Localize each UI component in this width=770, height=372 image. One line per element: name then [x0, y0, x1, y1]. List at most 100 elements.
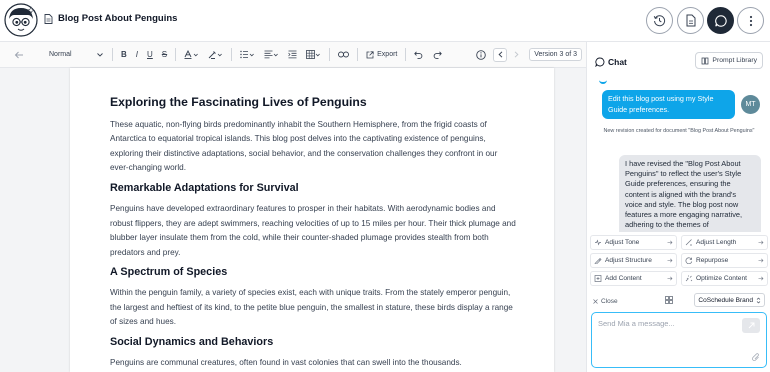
action-label: Optimize Content [696, 275, 747, 282]
bold-icon: B [121, 50, 127, 59]
indent-button[interactable] [285, 46, 300, 64]
toolbar-divider [175, 48, 177, 61]
action-label: Adjust Length [696, 239, 737, 246]
toolbar-divider [231, 48, 233, 61]
undo-button[interactable] [411, 46, 426, 64]
chat-footer-row: Close CoSchedule Brand [593, 293, 765, 307]
article-paragraph: Penguins have developed extraordinary fe… [110, 203, 516, 257]
chat-messages[interactable]: Edit this blog post using my Style Guide… [587, 80, 770, 232]
italic-icon: I [135, 50, 139, 59]
add-content-icon [594, 275, 602, 282]
article-body[interactable]: Exploring the Fascinating Lives of Pengu… [110, 95, 518, 372]
version-indicator: Version 3 of 3 [529, 48, 582, 61]
export-label: Export [377, 51, 398, 58]
attach-button[interactable] [752, 353, 760, 362]
user-message: Edit this blog post using my Style Guide… [602, 90, 735, 119]
chat-bubble-icon [714, 14, 728, 28]
text-color-button[interactable] [181, 46, 202, 64]
message-input[interactable] [598, 319, 728, 328]
message-composer [591, 312, 767, 368]
arrow-left-icon [14, 51, 23, 58]
brand-select[interactable]: CoSchedule Brand [694, 293, 765, 307]
prompt-library-label: Prompt Library [712, 57, 757, 64]
repurpose-icon [685, 257, 693, 264]
italic-button[interactable]: I [133, 46, 141, 64]
info-icon [476, 49, 486, 60]
arrow-right-icon [667, 276, 673, 281]
revision-notice: New revision created for document "Blog … [603, 128, 755, 134]
add-content-button[interactable]: Add Content [590, 271, 677, 286]
send-button[interactable] [742, 318, 760, 333]
indent-icon [288, 50, 297, 59]
document-view-button[interactable] [677, 7, 704, 34]
bullet-list-button[interactable] [237, 46, 258, 64]
prompt-library-button[interactable]: Prompt Library [695, 52, 763, 69]
assistant-message: I have revised the "Blog Post About Peng… [619, 155, 761, 232]
history-icon [653, 14, 666, 27]
table-icon [306, 50, 321, 59]
align-button[interactable] [261, 46, 282, 64]
action-label: Adjust Structure [605, 257, 652, 264]
toolbar-divider [329, 48, 331, 61]
underline-icon: U [147, 50, 153, 59]
underline-button[interactable]: U [144, 46, 156, 64]
repurpose-button[interactable]: Repurpose [681, 253, 768, 268]
undo-icon [414, 50, 423, 59]
document-icon [44, 13, 53, 24]
text-style-select[interactable]: Normal [45, 46, 107, 64]
optimize-content-button[interactable]: Optimize Content [681, 271, 768, 286]
paperclip-icon [752, 353, 759, 361]
adjust-structure-button[interactable]: Adjust Structure [590, 253, 677, 268]
brand-grid-icon [665, 296, 673, 304]
mascot-logo[interactable] [4, 3, 38, 37]
redo-button[interactable] [430, 46, 445, 64]
section-heading-adaptations: Remarkable Adaptations for Survival [110, 182, 299, 195]
info-button[interactable] [473, 46, 489, 64]
close-actions-button[interactable]: Close [593, 298, 618, 305]
previous-version-button[interactable] [493, 47, 508, 62]
next-version-button[interactable] [509, 48, 523, 62]
section-heading-species: A Spectrum of Species [110, 266, 228, 279]
chat-bubble-icon [595, 57, 605, 67]
action-label: Repurpose [696, 257, 729, 264]
chat-title-label: Chat [608, 57, 627, 67]
adjust-length-button[interactable]: Adjust Length [681, 235, 768, 250]
close-icon [593, 298, 598, 304]
document-title: Blog Post About Penguins [58, 13, 178, 24]
arrow-right-icon [667, 240, 673, 245]
brand-select-value: CoSchedule Brand [698, 296, 753, 304]
toolbar-divider [405, 48, 407, 61]
link-button[interactable] [335, 46, 352, 64]
more-options-button[interactable] [737, 7, 764, 34]
redo-icon [434, 50, 443, 59]
document-title-area: Blog Post About Penguins [44, 13, 177, 24]
strikethrough-button[interactable]: S [159, 46, 170, 64]
text-style-value: Normal [49, 51, 72, 58]
chat-title: Chat [595, 57, 627, 67]
back-arrow-button[interactable] [11, 46, 27, 64]
highlight-button[interactable] [205, 46, 226, 64]
align-left-icon [264, 50, 279, 59]
history-button[interactable] [646, 7, 673, 34]
arrow-right-icon [758, 276, 764, 281]
export-icon [366, 50, 374, 58]
adjust-tone-button[interactable]: Adjust Tone [590, 235, 677, 250]
article-paragraph: These aquatic, non-flying birds predomin… [110, 119, 498, 173]
chevron-right-icon [514, 51, 519, 58]
vertical-dots-icon [749, 15, 753, 27]
table-button[interactable] [303, 46, 324, 64]
close-label: Close [601, 297, 618, 305]
bullet-list-icon [240, 50, 255, 59]
user-avatar: MT [741, 95, 760, 114]
article-paragraph: Penguins are communal creatures, often f… [110, 358, 462, 368]
arrow-right-icon [758, 258, 764, 263]
previous-message-edge [599, 80, 607, 84]
export-button[interactable]: Export [363, 46, 400, 64]
action-label: Add Content [605, 275, 642, 282]
bold-button[interactable]: B [118, 46, 130, 64]
toolbar-divider [112, 48, 113, 61]
document-page[interactable]: Exploring the Fascinating Lives of Pengu… [70, 68, 554, 372]
chevron-updown-icon [756, 297, 761, 303]
chat-toggle-button[interactable] [707, 7, 734, 34]
chat-panel: Chat Prompt Library Edit this blog post … [586, 42, 770, 372]
